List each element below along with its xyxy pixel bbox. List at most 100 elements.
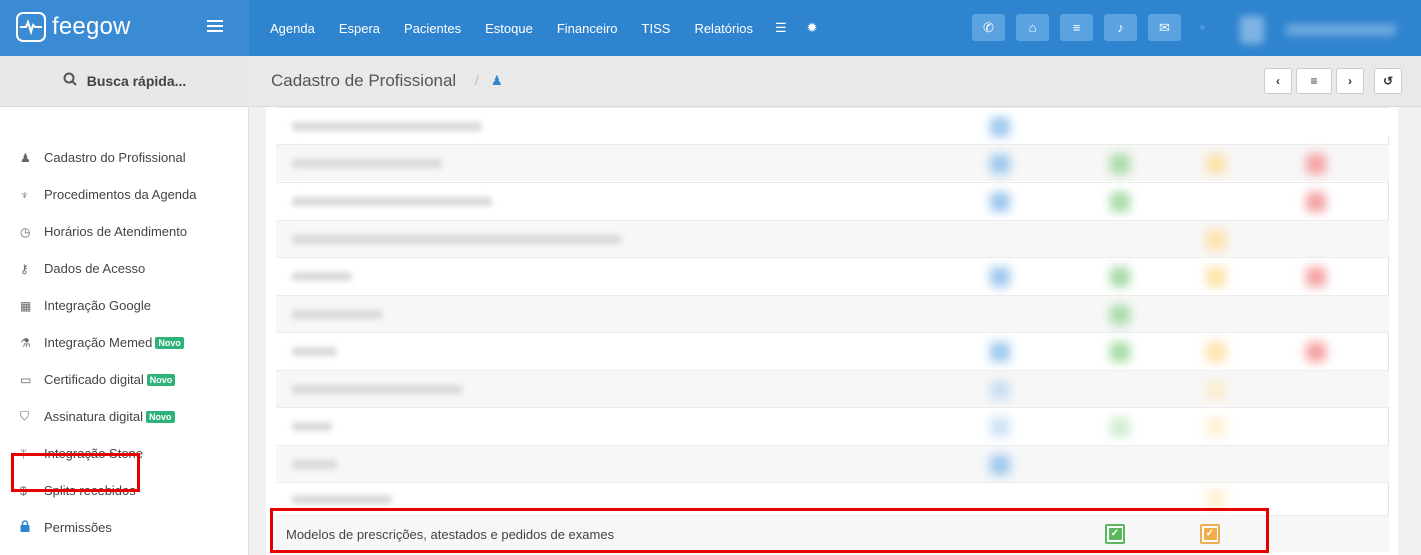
table-row xyxy=(276,182,1389,219)
checkbox-green[interactable] xyxy=(1110,192,1130,212)
page-title: Cadastro de Profissional xyxy=(271,71,457,90)
user-name-redacted xyxy=(1286,24,1396,36)
table-row xyxy=(276,295,1389,332)
sidebar-item-label: Cadastro do Profissional xyxy=(44,150,186,165)
checkbox-red[interactable] xyxy=(1306,267,1326,287)
sidebar-item-cadastro[interactable]: ♟ Cadastro do Profissional xyxy=(0,139,249,176)
nav-pacientes[interactable]: Pacientes xyxy=(392,21,473,36)
brand-name: feegow xyxy=(52,13,131,40)
header-buttons: ‹ ≡ › ↺ xyxy=(1264,68,1402,94)
nav-estoque[interactable]: Estoque xyxy=(473,21,545,36)
sidebar-item-memed[interactable]: ⚗ Integração Memed Novo xyxy=(0,324,249,361)
flask-icon: ⚗ xyxy=(20,335,31,350)
database-icon[interactable]: ☰ xyxy=(765,20,797,36)
redacted-label xyxy=(292,422,332,431)
redacted-label xyxy=(292,122,482,131)
hamburger-menu-icon[interactable] xyxy=(207,20,223,34)
checkbox-yellow[interactable] xyxy=(1206,154,1226,174)
sidebar-item-label: Integração Google xyxy=(44,298,151,313)
breadcrumb-separator: / xyxy=(475,73,479,88)
sidebar-item-procedimentos[interactable]: ♆ Procedimentos da Agenda xyxy=(0,176,249,213)
phone-icon[interactable]: ✆ xyxy=(972,14,1005,41)
redacted-label xyxy=(292,347,337,356)
gear-icon[interactable]: ✹ xyxy=(797,20,828,36)
checkbox-green[interactable] xyxy=(1110,417,1130,437)
sidebar-item-label: Dados de Acesso xyxy=(44,261,146,276)
checkbox-yellow[interactable] xyxy=(1206,342,1226,362)
bell-icon[interactable]: ♪ xyxy=(1104,14,1137,41)
search-icon xyxy=(63,72,77,90)
checkbox-green[interactable] xyxy=(1110,305,1130,325)
sidebar-item-label: Horários de Atendimento xyxy=(44,224,188,239)
checkbox-green[interactable] xyxy=(1110,342,1130,362)
checkbox-blue[interactable] xyxy=(990,342,1010,362)
key-icon: ⚷ xyxy=(20,261,29,276)
sidebar-item-permissoes[interactable]: Permissões xyxy=(0,509,249,546)
list-icon[interactable]: ≡ xyxy=(1296,68,1332,94)
new-badge: Novo xyxy=(155,336,184,349)
checkbox-green[interactable] xyxy=(1110,154,1130,174)
checkbox-red[interactable] xyxy=(1306,342,1326,362)
brand[interactable]: feegow xyxy=(0,0,249,56)
sidebar-item-label: Integração Memed xyxy=(44,335,153,350)
table-row xyxy=(276,445,1389,482)
main-nav: Agenda Espera Pacientes Estoque Financei… xyxy=(258,0,828,56)
redacted-label xyxy=(292,460,337,469)
nav-agenda[interactable]: Agenda xyxy=(258,21,327,36)
sidebar-item-google[interactable]: ▦ Integração Google xyxy=(0,287,249,324)
doctor-icon: ♟ xyxy=(491,73,503,88)
checkbox-blue[interactable] xyxy=(990,192,1010,212)
sidebar-item-acesso[interactable]: ⚷ Dados de Acesso xyxy=(0,250,249,287)
table-row xyxy=(276,257,1389,294)
stethoscope-icon: ♆ xyxy=(20,187,29,202)
checkbox-blue[interactable] xyxy=(990,117,1010,137)
checkbox-yellow[interactable] xyxy=(1206,267,1226,287)
calendar-icon: ▦ xyxy=(20,298,32,313)
sidebar-item-label: Assinatura digital xyxy=(44,409,143,424)
sidebar-item-assinatura[interactable]: ⛉ Assinatura digital Novo xyxy=(0,398,249,435)
checkbox-yellow[interactable] xyxy=(1206,417,1226,437)
checkbox-blue[interactable] xyxy=(990,380,1010,400)
doctor-icon: ♟ xyxy=(20,150,31,165)
top-actions: ✆ ⌂ ≡ ♪ ✉ xyxy=(972,14,1181,41)
redacted-label xyxy=(292,272,352,281)
redacted-label xyxy=(292,495,392,504)
checkbox-yellow[interactable] xyxy=(1206,230,1226,250)
avatar xyxy=(1240,16,1264,44)
redacted-label xyxy=(292,159,442,168)
quick-search[interactable]: Busca rápida... xyxy=(0,56,249,107)
sidebar-item-horarios[interactable]: ◷ Horários de Atendimento xyxy=(0,213,249,250)
checkbox-green[interactable] xyxy=(1110,267,1130,287)
prev-icon[interactable]: ‹ xyxy=(1264,68,1292,94)
checkbox-blue[interactable] xyxy=(990,417,1010,437)
checkbox-yellow[interactable] xyxy=(1206,489,1226,509)
chat-icon[interactable]: ✉ xyxy=(1148,14,1181,41)
checkbox-blue[interactable] xyxy=(990,154,1010,174)
list-icon[interactable]: ≡ xyxy=(1060,14,1093,41)
new-badge: Novo xyxy=(146,410,175,423)
checkbox-red[interactable] xyxy=(1306,192,1326,212)
history-icon[interactable]: ↺ xyxy=(1374,68,1402,94)
status-dot xyxy=(1200,25,1205,30)
sidebar-item-certificado[interactable]: ▭ Certificado digital Novo xyxy=(0,361,249,398)
table-row xyxy=(276,370,1389,407)
checkbox-blue[interactable] xyxy=(990,267,1010,287)
nav-relatorios[interactable]: Relatórios xyxy=(682,21,765,36)
nav-espera[interactable]: Espera xyxy=(327,21,392,36)
nav-tiss[interactable]: TISS xyxy=(630,21,683,36)
highlight-box-row xyxy=(270,508,1269,553)
search-label: Busca rápida... xyxy=(86,73,187,89)
next-icon[interactable]: › xyxy=(1336,68,1364,94)
nav-financeiro[interactable]: Financeiro xyxy=(545,21,630,36)
clock-icon: ◷ xyxy=(20,224,31,239)
table-row xyxy=(276,144,1389,181)
checkbox-yellow[interactable] xyxy=(1206,380,1226,400)
redacted-label xyxy=(292,310,382,319)
permissions-table: Modelos de prescrições, atestados e pedi… xyxy=(266,107,1398,555)
inbox-icon[interactable]: ⌂ xyxy=(1016,14,1049,41)
user-menu[interactable] xyxy=(1236,10,1416,50)
checkbox-red[interactable] xyxy=(1306,154,1326,174)
table-row xyxy=(276,407,1389,444)
top-navbar: feegow Agenda Espera Pacientes Estoque F… xyxy=(0,0,1421,56)
checkbox-blue[interactable] xyxy=(990,455,1010,475)
